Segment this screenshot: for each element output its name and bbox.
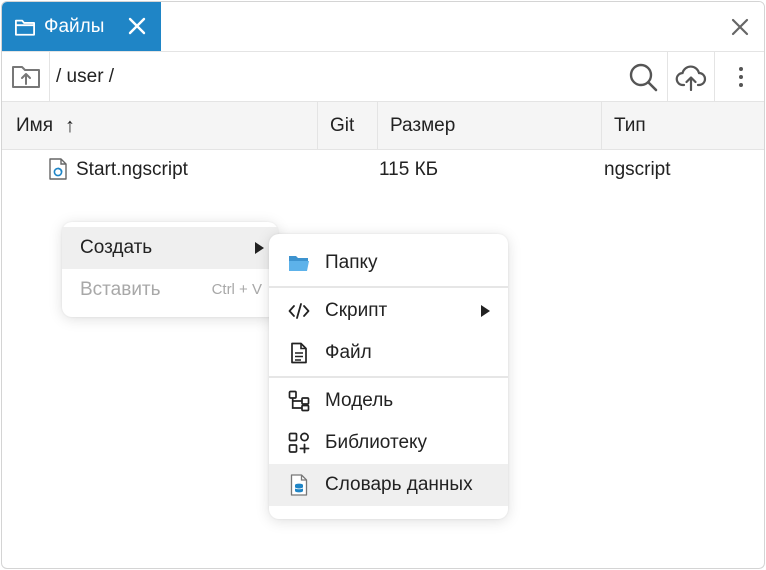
folder-open-icon bbox=[289, 256, 309, 271]
more-options-button[interactable] bbox=[714, 52, 764, 101]
tab-bar: Файлы bbox=[2, 2, 764, 52]
menu-item-script[interactable]: Скрипт bbox=[269, 290, 508, 332]
folder-up-icon bbox=[11, 65, 40, 88]
create-submenu: Папку Скрипт Файл Модель Библиотеку Слов… bbox=[269, 234, 508, 519]
table-header: Имя ↑ Git Размер Тип bbox=[2, 102, 764, 150]
upload-button[interactable] bbox=[667, 52, 714, 101]
current-path: / user / bbox=[56, 66, 115, 87]
paste-shortcut: Ctrl + V bbox=[211, 281, 262, 298]
menu-item-file[interactable]: Файл bbox=[269, 332, 508, 374]
tab-label: Файлы bbox=[44, 15, 105, 37]
close-icon[interactable] bbox=[125, 14, 149, 38]
tab-files[interactable]: Файлы bbox=[2, 2, 161, 51]
menu-item-folder[interactable]: Папку bbox=[269, 242, 508, 284]
sort-ascending-icon: ↑ bbox=[65, 114, 76, 137]
ngscript-file-icon bbox=[49, 158, 67, 180]
table-row[interactable]: Start.ngscript 115 КБ ngscript bbox=[2, 150, 764, 190]
search-button[interactable] bbox=[618, 52, 668, 101]
menu-item-model[interactable]: Модель bbox=[269, 380, 508, 422]
column-type[interactable]: Тип bbox=[602, 102, 764, 150]
document-icon bbox=[291, 342, 307, 364]
menu-item-create[interactable]: Создать bbox=[62, 227, 278, 269]
menu-item-data-dictionary[interactable]: Словарь данных bbox=[269, 464, 508, 506]
column-name[interactable]: Имя ↑ bbox=[2, 102, 318, 150]
column-size[interactable]: Размер bbox=[378, 102, 602, 150]
menu-item-library[interactable]: Библиотеку bbox=[269, 422, 508, 464]
submenu-arrow-icon bbox=[481, 305, 490, 317]
folder-icon bbox=[14, 19, 35, 36]
search-icon bbox=[629, 63, 658, 91]
cloud-upload-icon bbox=[675, 64, 707, 91]
vertical-dots-icon bbox=[738, 66, 743, 87]
file-name: Start.ngscript bbox=[76, 159, 188, 180]
library-add-icon bbox=[288, 432, 310, 454]
context-menu: Создать Вставить Ctrl + V bbox=[62, 222, 278, 317]
file-type: ngscript bbox=[604, 159, 671, 180]
column-git[interactable]: Git bbox=[318, 102, 378, 150]
menu-item-paste[interactable]: Вставить Ctrl + V bbox=[62, 269, 278, 311]
folder-up-button[interactable] bbox=[2, 52, 50, 101]
code-icon bbox=[288, 303, 310, 319]
files-panel: Файлы / user / Имя ↑ Git Размер Тип Star… bbox=[1, 1, 765, 569]
menu-separator bbox=[269, 286, 508, 288]
submenu-arrow-icon bbox=[255, 242, 264, 254]
path-bar: / user / bbox=[2, 52, 764, 102]
menu-separator bbox=[269, 376, 508, 378]
file-size: 115 КБ bbox=[379, 159, 439, 180]
close-panel-icon[interactable] bbox=[728, 15, 752, 39]
data-dictionary-icon bbox=[290, 474, 308, 496]
model-icon bbox=[288, 390, 310, 412]
